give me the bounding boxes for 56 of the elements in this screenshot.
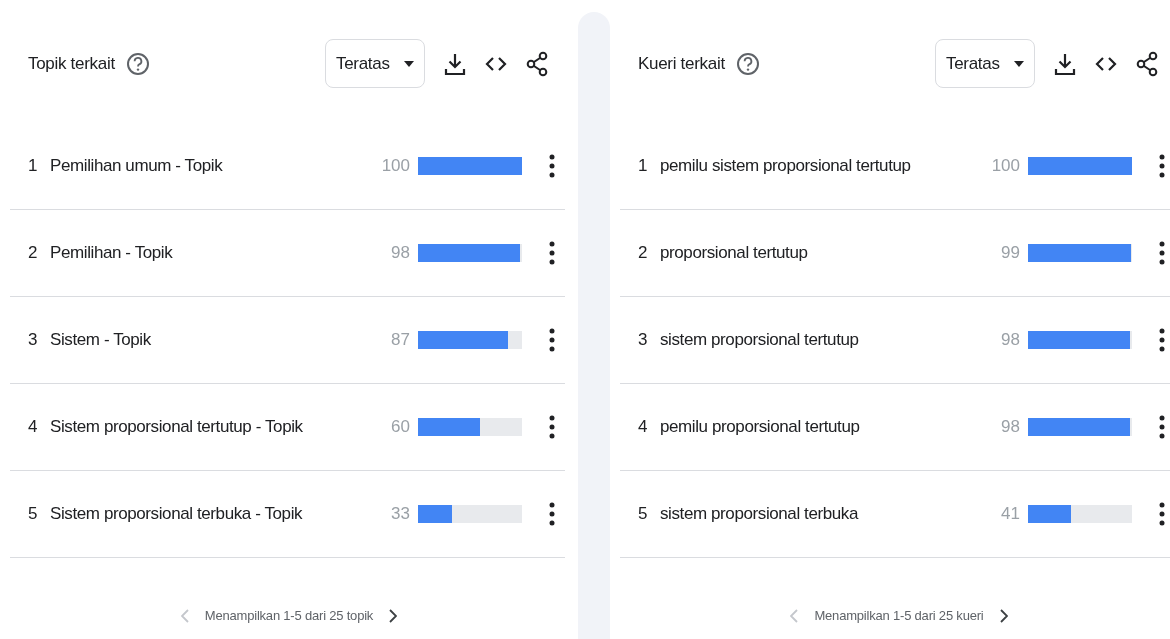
rank-number: 2 — [638, 243, 649, 263]
rank-number: 3 — [28, 330, 39, 350]
row-value: 60 — [391, 417, 410, 437]
help-icon[interactable] — [126, 51, 149, 76]
row-value: 98 — [391, 243, 410, 263]
more-icon[interactable] — [1159, 241, 1165, 265]
row-label[interactable]: Pemilihan umum - Topik — [50, 156, 223, 176]
rank-number: 4 — [28, 417, 39, 437]
rank-number: 3 — [638, 330, 649, 350]
rank-number: 5 — [28, 504, 39, 524]
row-value: 99 — [1001, 243, 1020, 263]
rank-number: 2 — [28, 243, 39, 263]
more-icon[interactable] — [549, 328, 555, 352]
row-value: 100 — [991, 156, 1020, 176]
share-icon[interactable] — [526, 50, 548, 77]
row-value: 33 — [391, 504, 410, 524]
more-icon[interactable] — [549, 415, 555, 439]
next-icon[interactable] — [389, 608, 398, 623]
pagination-text: Menampilkan 1-5 dari 25 kueri — [814, 608, 984, 623]
row-value: 98 — [1001, 330, 1020, 350]
row-label[interactable]: pemilu proporsional tertutup — [660, 417, 860, 437]
more-icon[interactable] — [1159, 415, 1165, 439]
download-icon[interactable] — [444, 51, 466, 76]
row-label[interactable]: Sistem proporsional terbuka - Topik — [50, 504, 303, 524]
help-icon[interactable] — [736, 51, 759, 76]
rank-number: 1 — [638, 156, 649, 176]
more-icon[interactable] — [549, 502, 555, 526]
panel-title: Topik terkait — [28, 53, 115, 74]
row-value: 98 — [1001, 417, 1020, 437]
rank-number: 5 — [638, 504, 649, 524]
row-label[interactable]: proporsional tertutup — [660, 243, 808, 263]
more-icon[interactable] — [1159, 154, 1165, 178]
download-icon[interactable] — [1054, 51, 1076, 76]
more-icon[interactable] — [549, 241, 555, 265]
row-label[interactable]: Sistem - Topik — [50, 330, 151, 350]
share-icon[interactable] — [1136, 50, 1158, 77]
row-label[interactable]: pemilu sistem proporsional tertutup — [660, 156, 911, 176]
panel-title: Kueri terkait — [638, 53, 725, 74]
row-value: 87 — [391, 330, 410, 350]
row-label[interactable]: Pemilihan - Topik — [50, 243, 173, 263]
caret-icon — [403, 60, 414, 67]
row-value: 41 — [1001, 504, 1020, 524]
more-icon[interactable] — [1159, 502, 1165, 526]
filter-dropdown[interactable]: Teratas — [935, 39, 1035, 88]
more-icon[interactable] — [549, 154, 555, 178]
row-label[interactable]: sistem proporsional tertutup — [660, 330, 859, 350]
next-icon[interactable] — [999, 608, 1008, 623]
row-value: 100 — [381, 156, 410, 176]
caret-icon — [1013, 60, 1024, 67]
filter-dropdown[interactable]: Teratas — [325, 39, 425, 88]
pagination-text: Menampilkan 1-5 dari 25 topik — [204, 608, 374, 623]
more-icon[interactable] — [1159, 328, 1165, 352]
rank-number: 1 — [28, 156, 39, 176]
row-label[interactable]: Sistem proporsional tertutup - Topik — [50, 417, 303, 437]
rank-number: 4 — [638, 417, 649, 437]
row-label[interactable]: sistem proporsional terbuka — [660, 504, 859, 524]
